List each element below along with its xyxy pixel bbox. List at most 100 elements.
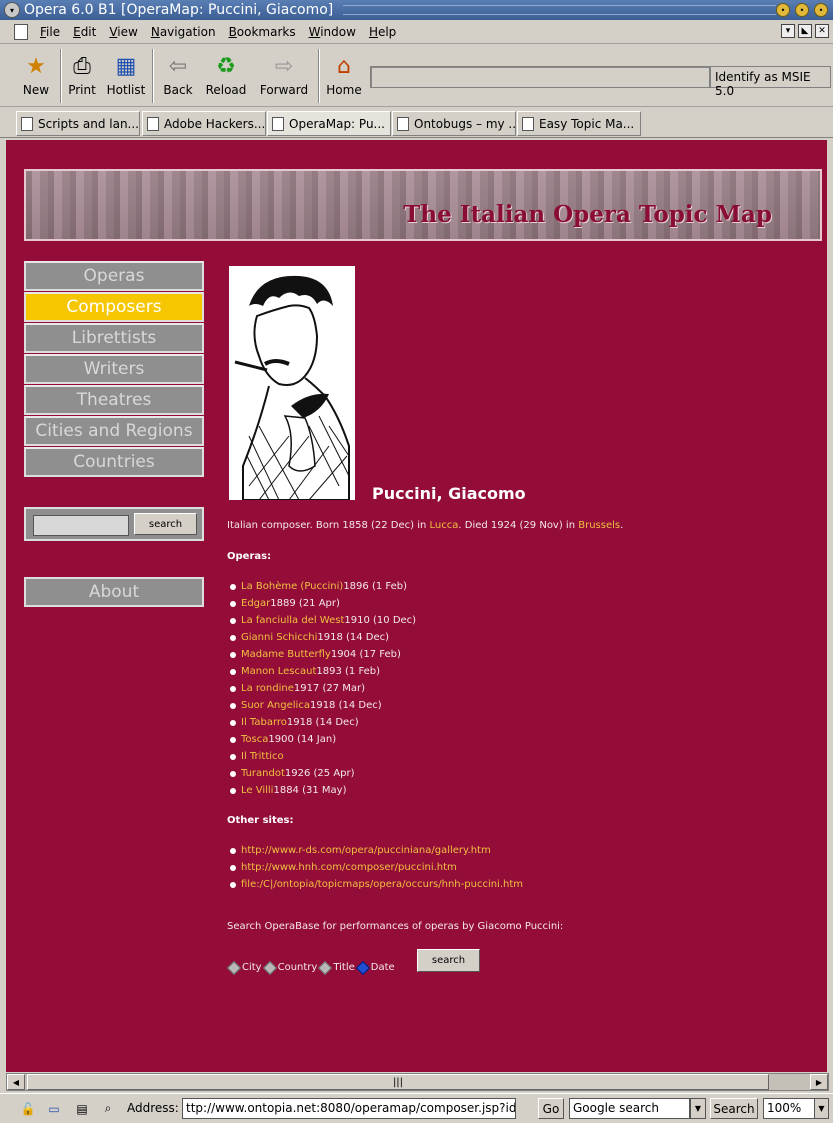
- menu-help[interactable]: Help: [369, 25, 396, 39]
- opera-date: 1884 (31 May): [273, 785, 347, 796]
- hotlist-label: Hotlist: [106, 83, 146, 97]
- new-button[interactable]: ★ New: [14, 51, 58, 98]
- search-engine-field[interactable]: Google search: [569, 1098, 690, 1119]
- chevron-down-icon[interactable]: ▼: [690, 1098, 706, 1119]
- back-arrow-icon: ⇦: [168, 53, 188, 79]
- forward-label: Forward: [259, 83, 309, 97]
- nav-writers[interactable]: Writers: [24, 354, 204, 384]
- back-button[interactable]: ⇦ Back: [158, 51, 198, 98]
- other-sites-list: http://www.r-ds.com/opera/pucciniana/gal…: [230, 842, 523, 893]
- go-button[interactable]: Go: [538, 1098, 564, 1119]
- opera-link[interactable]: Il Trittico: [241, 751, 284, 762]
- opera-link[interactable]: La rondine: [241, 683, 294, 694]
- opera-link[interactable]: Turandot: [241, 768, 285, 779]
- menu-bar: File Edit View Navigation Bookmarks Wind…: [0, 20, 833, 44]
- site-search-box: search: [24, 507, 204, 541]
- forward-button[interactable]: ⇨ Forward: [258, 51, 310, 98]
- operabase-search-button[interactable]: search: [417, 949, 480, 972]
- zoom-field[interactable]: 100%: [763, 1098, 815, 1119]
- tab-scripts[interactable]: Scripts and lan...: [16, 111, 140, 136]
- about-link[interactable]: About: [24, 577, 204, 607]
- scroll-left-icon[interactable]: ◀: [7, 1074, 25, 1090]
- site-banner[interactable]: The Italian Opera Topic Map: [24, 169, 822, 241]
- minimize-icon[interactable]: •: [776, 3, 790, 17]
- tab-label: Easy Topic Ma...: [539, 116, 635, 131]
- opera-list-item: Manon Lescaut 1893 (1 Feb): [230, 663, 416, 680]
- window-icon[interactable]: ▭: [46, 1101, 62, 1116]
- opera-date: 1900 (14 Jan): [268, 734, 337, 745]
- close-icon[interactable]: •: [814, 3, 828, 17]
- opera-link[interactable]: Gianni Schicchi: [241, 632, 317, 643]
- opera-link[interactable]: Manon Lescaut: [241, 666, 316, 677]
- opera-link[interactable]: Edgar: [241, 598, 270, 609]
- identify-as-dropdown[interactable]: Identify as MSIE 5.0: [710, 66, 831, 98]
- search-button[interactable]: Search: [710, 1098, 758, 1119]
- site-search-input[interactable]: [33, 515, 129, 536]
- title-grip: [343, 5, 776, 15]
- mdi-minimize-icon[interactable]: ▾: [781, 24, 795, 38]
- window-menu-icon[interactable]: ▾: [4, 2, 20, 18]
- opera-link[interactable]: Il Tabarro: [241, 717, 287, 728]
- tab-ontobugs[interactable]: Ontobugs – my ...: [392, 111, 516, 136]
- menu-navigation[interactable]: Navigation: [151, 25, 216, 39]
- external-site-link[interactable]: http://www.r-ds.com/opera/pucciniana/gal…: [241, 845, 491, 856]
- nav-countries[interactable]: Countries: [24, 447, 204, 477]
- address-label: Address:: [127, 1101, 179, 1115]
- document-icon[interactable]: ▤: [74, 1101, 90, 1116]
- opera-link[interactable]: La fanciulla del West: [241, 615, 344, 626]
- opera-link[interactable]: Tosca: [241, 734, 268, 745]
- tab-easy-topic-map[interactable]: Easy Topic Ma...: [517, 111, 641, 136]
- find-icon[interactable]: ⌕: [100, 1101, 116, 1116]
- nav-operas[interactable]: Operas: [24, 261, 204, 291]
- toolbar-separator: [152, 49, 154, 103]
- scroll-right-icon[interactable]: ▶: [810, 1074, 828, 1090]
- security-lock-icon[interactable]: 🔓: [20, 1101, 36, 1116]
- home-button[interactable]: ⌂ Home: [323, 51, 365, 98]
- radio-date[interactable]: Date: [355, 960, 395, 975]
- horizontal-scrollbar[interactable]: ◀ ||| ▶: [6, 1073, 829, 1091]
- menu-edit[interactable]: Edit: [73, 25, 96, 39]
- external-site-link[interactable]: file:/C|/ontopia/topicmaps/opera/occurs/…: [241, 879, 523, 890]
- menu-view[interactable]: View: [109, 25, 137, 39]
- opera-list-item: Suor Angelica 1918 (14 Dec): [230, 697, 416, 714]
- chevron-down-icon[interactable]: ▼: [814, 1098, 829, 1119]
- opera-list-item: La fanciulla del West 1910 (10 Dec): [230, 612, 416, 629]
- nav-librettists[interactable]: Librettists: [24, 323, 204, 353]
- nav-cities-and-regions[interactable]: Cities and Regions: [24, 416, 204, 446]
- menu-bookmarks[interactable]: Bookmarks: [229, 25, 296, 39]
- print-button[interactable]: ⎙ Print: [64, 51, 100, 98]
- radio-country[interactable]: Country: [262, 960, 317, 975]
- birth-place-link[interactable]: Lucca: [430, 520, 459, 531]
- mdi-close-icon[interactable]: ✕: [815, 24, 829, 38]
- opera-link[interactable]: Suor Angelica: [241, 700, 310, 711]
- banner-title: The Italian Opera Topic Map: [403, 201, 772, 228]
- document-menu-icon[interactable]: [14, 23, 28, 40]
- site-navigation: Operas Composers Librettists Writers The…: [24, 261, 204, 478]
- hotlist-button[interactable]: ▦ Hotlist: [104, 51, 148, 98]
- tab-adobe-hackers[interactable]: Adobe Hackers...: [142, 111, 266, 136]
- menu-file[interactable]: File: [40, 25, 60, 39]
- home-icon: ⌂: [337, 53, 351, 79]
- death-place-link[interactable]: Brussels: [578, 520, 620, 531]
- menu-window[interactable]: Window: [309, 25, 356, 39]
- radio-city[interactable]: City: [226, 960, 262, 975]
- operas-heading: Operas:: [227, 551, 272, 562]
- print-label: Print: [68, 83, 96, 97]
- opera-link[interactable]: Le Villi: [241, 785, 273, 796]
- opera-link[interactable]: La Bohème (Puccini): [241, 581, 343, 592]
- site-search-button[interactable]: search: [134, 513, 197, 535]
- mdi-restore-icon[interactable]: ◣: [798, 24, 812, 38]
- nav-theatres[interactable]: Theatres: [24, 385, 204, 415]
- nav-composers[interactable]: Composers: [24, 292, 204, 322]
- scrollbar-thumb[interactable]: |||: [27, 1074, 769, 1090]
- maximize-icon[interactable]: •: [795, 3, 809, 17]
- reload-button[interactable]: ♻ Reload: [204, 51, 248, 98]
- address-input[interactable]: ttp://www.ontopia.net:8080/operamap/comp…: [182, 1098, 516, 1119]
- external-site-link[interactable]: http://www.hnh.com/composer/puccini.htm: [241, 862, 457, 873]
- reload-label: Reload: [205, 83, 247, 97]
- intro-text: .: [620, 520, 624, 531]
- tab-operamap[interactable]: OperaMap: Pu...: [267, 111, 391, 136]
- opera-link[interactable]: Madame Butterfly: [241, 649, 331, 660]
- toolbar-separator: [60, 49, 62, 103]
- radio-title[interactable]: Title: [318, 960, 355, 975]
